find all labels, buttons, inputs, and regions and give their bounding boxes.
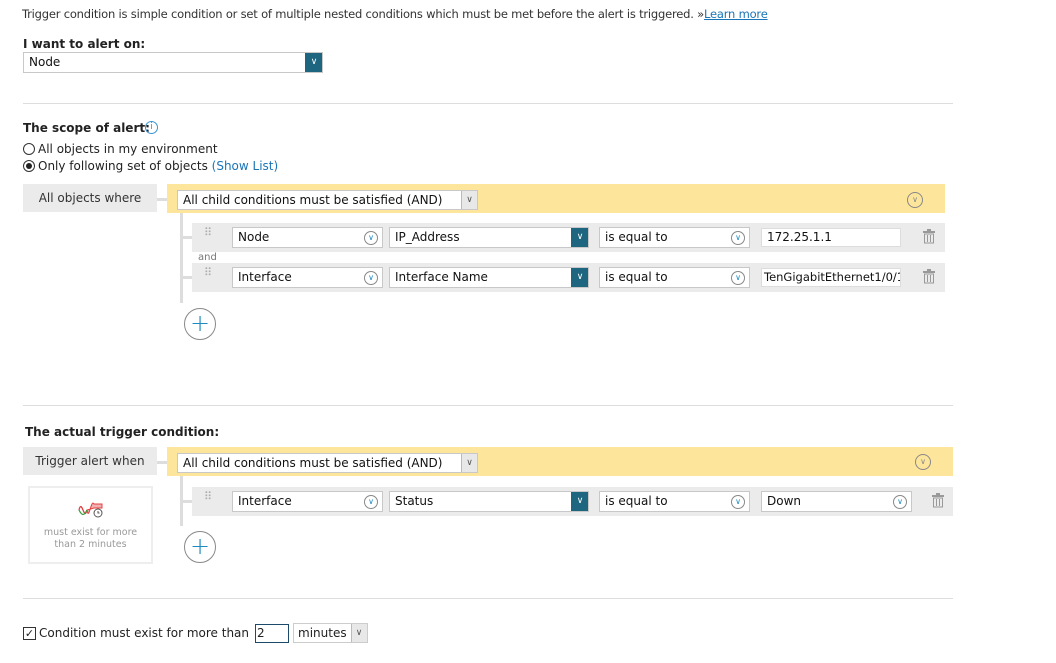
field-value: Status bbox=[395, 494, 434, 508]
card-text: must exist for more than 2 minutes bbox=[43, 527, 138, 550]
add-condition-button[interactable]: + bbox=[184, 308, 216, 340]
scope-group-bar: All child conditions must be satisfied (… bbox=[167, 184, 945, 213]
field-value: IP_Address bbox=[395, 230, 460, 244]
chevron-down-icon[interactable]: ∨ bbox=[731, 495, 745, 509]
and-joiner: and bbox=[198, 252, 217, 263]
scope-group-operator-select[interactable]: All child conditions must be satisfied (… bbox=[177, 190, 478, 210]
connector bbox=[183, 236, 192, 239]
alert-on-label: I want to alert on: bbox=[23, 37, 146, 51]
trigger-group-operator-select[interactable]: All child conditions must be satisfied (… bbox=[177, 453, 478, 473]
trigger-condition-row: ⠿ Interface ∨ Status ∨ is equal to ∨ Down ∨ bbox=[192, 487, 953, 516]
radio-only-following[interactable]: Only following set of objects (Show List… bbox=[23, 159, 278, 173]
add-condition-button[interactable]: + bbox=[184, 531, 216, 563]
value-text: TenGigabitEthernet1/0/1 bbox=[764, 270, 901, 284]
scope-condition-row: ⠿ Node ∨ IP_Address ∨ is equal to ∨ 172.25.… bbox=[192, 223, 945, 252]
chevron-down-icon[interactable]: ∨ bbox=[364, 271, 378, 285]
duration-label: Condition must exist for more than bbox=[39, 626, 250, 640]
field-select[interactable]: Interface Name ∨ bbox=[389, 267, 589, 288]
value-input[interactable]: TenGigabitEthernet1/0/1 bbox=[761, 268, 901, 287]
chevron-down-icon[interactable]: ∨ bbox=[364, 495, 378, 509]
operator-select[interactable]: is equal to ∨ bbox=[599, 227, 750, 248]
field-select[interactable]: IP_Address ∨ bbox=[389, 227, 589, 248]
chevron-down-icon[interactable]: ∨ bbox=[571, 228, 588, 247]
chevron-down-icon[interactable]: ∨ bbox=[461, 454, 477, 472]
tree-line bbox=[180, 213, 183, 303]
connector bbox=[157, 461, 167, 464]
object-value: Node bbox=[238, 230, 270, 244]
trash-icon[interactable] bbox=[932, 493, 944, 508]
threshold-time-icon bbox=[77, 502, 102, 518]
drag-handle-icon[interactable]: ⠿ bbox=[204, 227, 212, 238]
collapse-chevron-icon[interactable]: ∨ bbox=[915, 454, 931, 470]
divider bbox=[23, 598, 953, 599]
value-text: Down bbox=[767, 494, 802, 508]
object-value: Interface bbox=[238, 494, 292, 508]
drag-handle-icon[interactable]: ⠿ bbox=[204, 267, 212, 278]
object-select[interactable]: Node ∨ bbox=[232, 227, 383, 248]
value-input[interactable]: 172.25.1.1 bbox=[761, 228, 901, 247]
trash-icon[interactable] bbox=[923, 229, 935, 244]
trigger-label: The actual trigger condition: bbox=[25, 425, 220, 439]
radio-button-selected[interactable] bbox=[23, 160, 35, 172]
value-text: 172.25.1.1 bbox=[767, 230, 832, 244]
condition-duration-card: must exist for more than 2 minutes bbox=[28, 486, 153, 564]
field-select[interactable]: Status ∨ bbox=[389, 491, 589, 512]
condition-duration-checkbox[interactable]: ✓ bbox=[23, 626, 36, 640]
trash-icon[interactable] bbox=[923, 269, 935, 284]
chevron-down-icon[interactable]: ∨ bbox=[731, 271, 745, 285]
trigger-group-bar: All child conditions must be satisfied (… bbox=[167, 447, 953, 476]
unit-value: minutes bbox=[298, 626, 347, 640]
chevron-down-icon[interactable]: ∨ bbox=[364, 231, 378, 245]
chevron-down-icon[interactable]: ∨ bbox=[731, 231, 745, 245]
chevron-down-icon[interactable]: ∨ bbox=[571, 492, 588, 511]
radio-label: All objects in my environment bbox=[38, 142, 218, 156]
connector bbox=[183, 500, 192, 503]
group-operator-value: All child conditions must be satisfied (… bbox=[183, 456, 443, 470]
object-value: Interface bbox=[238, 270, 292, 284]
chevron-down-icon[interactable]: ∨ bbox=[461, 191, 477, 209]
operator-value: is equal to bbox=[605, 494, 668, 508]
radio-button[interactable] bbox=[23, 143, 35, 155]
radio-all-objects[interactable]: All objects in my environment bbox=[23, 142, 218, 156]
scope-condition-row: ⠿ Interface ∨ Interface Name ∨ is equal to… bbox=[192, 263, 945, 292]
divider bbox=[23, 103, 953, 104]
duration-input[interactable]: 2 bbox=[255, 623, 290, 643]
chevron-down-icon[interactable]: ∨ bbox=[350, 624, 367, 642]
drag-handle-icon[interactable]: ⠿ bbox=[204, 491, 212, 502]
learn-more-link[interactable]: Learn more bbox=[704, 7, 768, 21]
intro-text: Trigger condition is simple condition or… bbox=[22, 7, 768, 21]
chevron-down-icon[interactable]: ∨ bbox=[571, 268, 588, 287]
divider bbox=[23, 405, 953, 406]
collapse-chevron-icon[interactable]: ∨ bbox=[907, 192, 923, 208]
scope-label: The scope of alert: bbox=[23, 121, 150, 135]
alert-on-select[interactable]: Node ∨ bbox=[23, 52, 323, 73]
field-value: Interface Name bbox=[395, 270, 488, 284]
duration-row: ✓ Condition must exist for more than 2 m… bbox=[23, 623, 368, 643]
object-select[interactable]: Interface ∨ bbox=[232, 491, 383, 512]
value-select[interactable]: Down ∨ bbox=[761, 491, 912, 512]
scope-group-label: All objects where bbox=[23, 184, 157, 212]
radio-label: Only following set of objects bbox=[38, 159, 208, 173]
operator-value: is equal to bbox=[605, 230, 668, 244]
connector bbox=[183, 276, 192, 279]
info-icon[interactable]: i bbox=[145, 121, 158, 134]
object-select[interactable]: Interface ∨ bbox=[232, 267, 383, 288]
trigger-group-label: Trigger alert when bbox=[23, 447, 157, 475]
operator-select[interactable]: is equal to ∨ bbox=[599, 267, 750, 288]
chevron-down-icon[interactable]: ∨ bbox=[893, 495, 907, 509]
group-operator-value: All child conditions must be satisfied (… bbox=[183, 193, 443, 207]
operator-value: is equal to bbox=[605, 270, 668, 284]
duration-unit-select[interactable]: minutes ∨ bbox=[293, 623, 368, 643]
connector bbox=[157, 198, 167, 201]
chevron-down-icon[interactable]: ∨ bbox=[305, 53, 322, 72]
show-list-link[interactable]: (Show List) bbox=[212, 159, 279, 173]
operator-select[interactable]: is equal to ∨ bbox=[599, 491, 750, 512]
intro-description: Trigger condition is simple condition or… bbox=[22, 7, 704, 21]
alert-on-value: Node bbox=[29, 55, 61, 69]
